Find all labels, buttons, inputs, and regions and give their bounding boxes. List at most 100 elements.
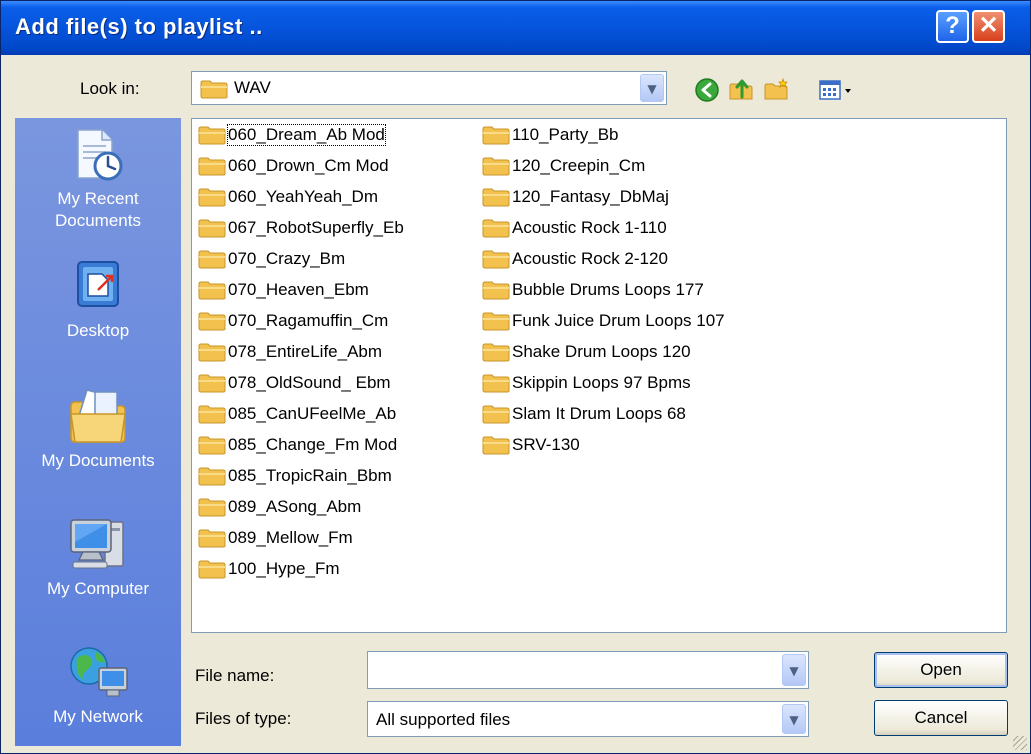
file-name-label: File name: <box>195 666 275 685</box>
folder-item[interactable]: 085_TropicRain_Bbm <box>198 460 404 491</box>
file-type-value: All supported files <box>376 710 511 729</box>
file-name-dropdown-arrow[interactable]: ▼ <box>782 654 806 686</box>
folder-icon <box>482 157 510 175</box>
open-button[interactable]: Open <box>874 652 1008 688</box>
folder-name: 078_EntireLife_Abm <box>228 341 383 361</box>
folder-name: Shake Drum Loops 120 <box>512 341 691 361</box>
folder-item[interactable]: 067_RobotSuperfly_Eb <box>198 212 404 243</box>
folder-icon <box>198 529 226 547</box>
place-label: My Network <box>53 707 143 726</box>
folder-name: 070_Ragamuffin_Cm <box>228 310 389 330</box>
folder-item[interactable]: 089_Mellow_Fm <box>198 522 404 553</box>
place-my-computer[interactable]: My Computer <box>15 512 181 600</box>
folder-item[interactable]: 070_Ragamuffin_Cm <box>198 305 404 336</box>
folder-item[interactable]: 060_Drown_Cm Mod <box>198 150 404 181</box>
folder-icon <box>482 219 510 237</box>
folder-item[interactable]: Slam It Drum Loops 68 <box>482 398 725 429</box>
look-in-dropdown-arrow[interactable]: ▼ <box>640 74 664 102</box>
folder-item[interactable]: 070_Crazy_Bm <box>198 243 404 274</box>
recent-documents-icon <box>77 129 123 181</box>
folder-name: 070_Heaven_Ebm <box>228 279 369 299</box>
place-my-network[interactable]: My Network <box>15 640 181 728</box>
folder-name: Bubble Drums Loops 177 <box>512 279 704 299</box>
folder-icon <box>198 560 226 578</box>
help-button[interactable]: ? <box>936 10 969 43</box>
folder-name: 085_CanUFeelMe_Ab <box>228 403 397 423</box>
place-my-documents[interactable]: My Documents <box>15 384 181 472</box>
folder-icon <box>198 467 226 485</box>
file-type-dropdown-arrow[interactable]: ▼ <box>782 704 806 734</box>
up-folder-icon[interactable] <box>728 77 754 103</box>
look-in-label: Look in: <box>80 79 140 98</box>
title-bar[interactable]: Add file(s) to playlist .. ? ✕ <box>1 1 1030 55</box>
folder-item[interactable]: 085_Change_Fm Mod <box>198 429 404 460</box>
folder-name: 085_Change_Fm Mod <box>228 434 398 454</box>
my-network-icon <box>70 647 128 697</box>
back-icon[interactable] <box>694 77 720 103</box>
new-folder-icon[interactable] <box>763 77 789 103</box>
folder-name: 067_RobotSuperfly_Eb <box>228 217 404 237</box>
folder-item[interactable]: 060_Dream_Ab Mod <box>198 119 404 150</box>
folder-icon <box>200 80 228 99</box>
place-desktop[interactable]: Desktop <box>15 256 181 342</box>
folder-icon <box>482 436 510 454</box>
view-menu-icon[interactable] <box>818 77 858 103</box>
folder-icon <box>198 343 226 361</box>
folder-name: Skippin Loops 97 Bpms <box>512 372 691 392</box>
folder-icon <box>198 436 226 454</box>
folder-name: 089_Mellow_Fm <box>228 527 353 547</box>
folder-item[interactable]: Acoustic Rock 1-110 <box>482 212 725 243</box>
folder-icon <box>198 157 226 175</box>
folder-item[interactable]: 060_YeahYeah_Dm <box>198 181 404 212</box>
folder-item[interactable]: 100_Hype_Fm <box>198 553 404 584</box>
folder-name: Acoustic Rock 1-110 <box>512 217 667 237</box>
folder-item[interactable]: SRV-130 <box>482 429 725 460</box>
folder-item[interactable]: 120_Creepin_Cm <box>482 150 725 181</box>
folder-item[interactable]: Skippin Loops 97 Bpms <box>482 367 725 398</box>
desktop-icon <box>77 261 119 307</box>
folder-name: 089_ASong_Abm <box>228 496 362 516</box>
folder-item[interactable]: 078_OldSound_ Ebm <box>198 367 404 398</box>
file-type-label: Files of type: <box>195 709 292 728</box>
folder-name: Slam It Drum Loops 68 <box>512 403 686 423</box>
folder-item[interactable]: 070_Heaven_Ebm <box>198 274 404 305</box>
look-in-combo[interactable]: WAV ▼ <box>191 71 667 105</box>
file-name-field[interactable]: ▼ <box>367 651 809 689</box>
folder-icon <box>482 250 510 268</box>
place-label: Documents <box>55 211 141 230</box>
file-type-select[interactable]: All supported files ▼ <box>367 701 809 737</box>
folder-name: 100_Hype_Fm <box>228 558 340 578</box>
cancel-button[interactable]: Cancel <box>874 700 1008 736</box>
folder-name: Funk Juice Drum Loops 107 <box>512 310 725 330</box>
folder-item[interactable]: 120_Fantasy_DbMaj <box>482 181 725 212</box>
folder-icon <box>198 405 226 423</box>
folder-item[interactable]: Acoustic Rock 2-120 <box>482 243 725 274</box>
add-files-dialog: Add file(s) to playlist .. ? ✕ Look in: … <box>0 0 1031 754</box>
folder-item[interactable]: 110_Party_Bb <box>482 119 725 150</box>
file-column-2: 110_Party_Bb 120_Creepin_Cm 120_Fantasy_Db… <box>482 119 725 460</box>
folder-item[interactable]: Shake Drum Loops 120 <box>482 336 725 367</box>
place-label: My Recent <box>57 189 139 208</box>
resize-grip[interactable] <box>1013 736 1027 750</box>
folder-icon <box>198 374 226 392</box>
close-button[interactable]: ✕ <box>972 10 1005 43</box>
folder-icon <box>482 188 510 206</box>
folder-name: 070_Crazy_Bm <box>228 248 346 268</box>
folder-name: 120_Fantasy_DbMaj <box>512 186 669 206</box>
place-my-recent-documents[interactable]: My Recent Documents <box>15 126 181 232</box>
folder-name: 110_Party_Bb <box>512 124 619 144</box>
place-label: My Computer <box>46 579 150 598</box>
folder-icon <box>198 498 226 516</box>
folder-item[interactable]: Bubble Drums Loops 177 <box>482 274 725 305</box>
folder-icon <box>198 312 226 330</box>
folder-name: 078_OldSound_ Ebm <box>228 372 391 392</box>
folder-item[interactable]: Funk Juice Drum Loops 107 <box>482 305 725 336</box>
places-bar: My Recent Documents Desktop My Documents <box>15 118 181 746</box>
folder-item[interactable]: 089_ASong_Abm <box>198 491 404 522</box>
file-list[interactable]: 060_Dream_Ab Mod 060_Drown_Cm Mod 060_Yeah… <box>191 118 1007 633</box>
folder-icon <box>198 281 226 299</box>
folder-icon <box>198 250 226 268</box>
file-column-1: 060_Dream_Ab Mod 060_Drown_Cm Mod 060_Yeah… <box>198 119 404 584</box>
folder-item[interactable]: 085_CanUFeelMe_Ab <box>198 398 404 429</box>
folder-item[interactable]: 078_EntireLife_Abm <box>198 336 404 367</box>
